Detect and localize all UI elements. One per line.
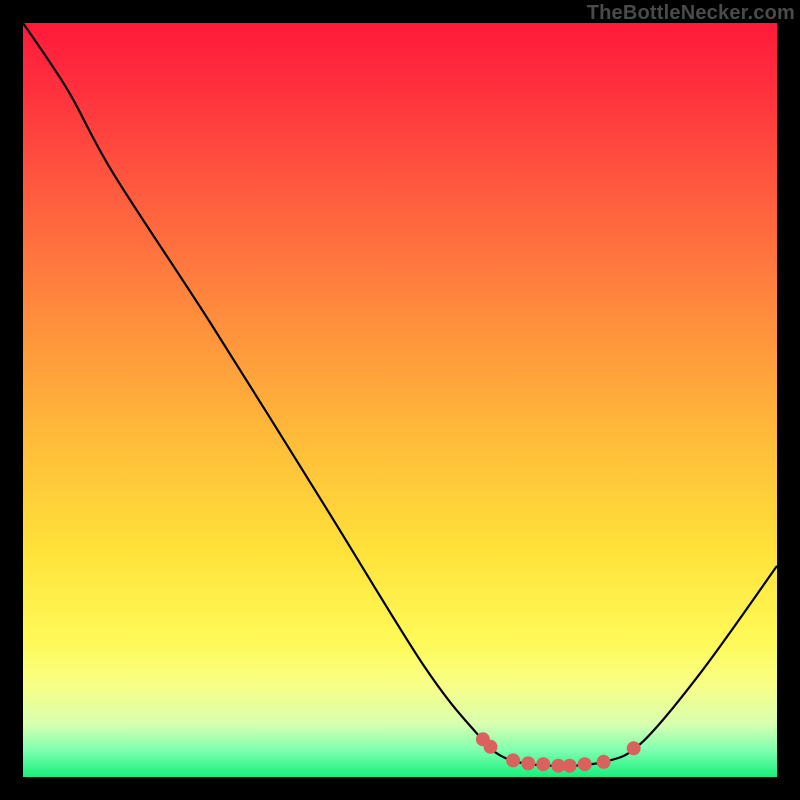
marker-dot bbox=[627, 741, 641, 755]
marker-dot bbox=[597, 755, 611, 769]
watermark-text: TheBottleNecker.com bbox=[587, 2, 795, 25]
marker-dot bbox=[521, 756, 535, 770]
marker-dot bbox=[536, 757, 550, 771]
marker-dot bbox=[484, 740, 498, 754]
marker-dot bbox=[563, 759, 577, 773]
optimal-range-markers bbox=[23, 23, 777, 777]
marker-dot bbox=[578, 757, 592, 771]
marker-dot bbox=[506, 753, 520, 767]
chart-frame bbox=[23, 23, 777, 777]
